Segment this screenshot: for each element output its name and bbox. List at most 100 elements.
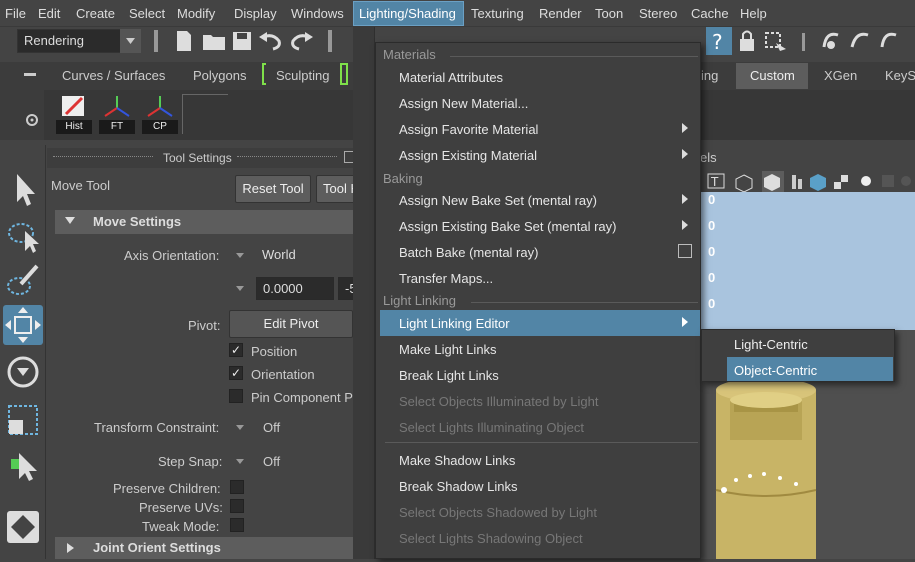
menu-item-assign-new-material[interactable]: Assign New Material... <box>399 96 528 111</box>
checker-icon <box>834 175 848 189</box>
position-checkbox[interactable]: ✓ <box>229 343 243 357</box>
menu-item-assign-new-bake-set[interactable]: Assign New Bake Set (mental ray) <box>399 193 597 208</box>
menu-item-assign-existing-bake-set[interactable]: Assign Existing Bake Set (mental ray) <box>399 219 616 234</box>
menu-item-select-lights-illuminating[interactable]: Select Lights Illuminating Object <box>399 420 584 435</box>
undo-icon <box>259 32 281 51</box>
dropdown-arrow-icon[interactable] <box>236 253 244 258</box>
menu-edit[interactable]: Edit <box>38 6 60 21</box>
orientation-checkbox[interactable]: ✓ <box>229 366 243 380</box>
channel-value[interactable]: 0 <box>708 218 715 233</box>
menu-modify[interactable]: Modify <box>177 6 215 21</box>
menu-item-material-attributes[interactable]: Material Attributes <box>399 70 503 85</box>
menu-item-light-linking-editor[interactable]: Light Linking Editor <box>399 316 510 331</box>
edit-pivot-button[interactable]: Edit Pivot <box>229 310 353 338</box>
move-tool-button[interactable] <box>3 305 43 345</box>
menu-item-make-light-links[interactable]: Make Light Links <box>399 342 497 357</box>
move-settings-section[interactable]: Move Settings <box>55 210 377 234</box>
dropdown-arrow-icon[interactable] <box>236 425 244 430</box>
menu-item-assign-favorite-material[interactable]: Assign Favorite Material <box>399 122 538 137</box>
tweak-mode-label: Tweak Mode: <box>142 519 220 534</box>
new-scene-icon <box>177 31 191 51</box>
tweak-mode-checkbox[interactable] <box>230 518 244 532</box>
history-icon <box>62 96 84 116</box>
channel-values-panel: 0 0 0 0 0 <box>700 192 915 330</box>
dropdown-arrow-icon[interactable] <box>236 286 244 291</box>
menu-display[interactable]: Display <box>234 6 277 21</box>
menu-item-select-objects-illuminated[interactable]: Select Objects Illuminated by Light <box>399 394 598 409</box>
menu-item-transfer-maps[interactable]: Transfer Maps... <box>399 271 493 286</box>
paint-select-button[interactable] <box>3 260 43 300</box>
paint-brush-icon <box>7 264 39 295</box>
pin-component-checkbox[interactable] <box>229 389 243 403</box>
joint-orient-section[interactable]: Joint Orient Settings <box>55 537 377 559</box>
menu-item-select-objects-shadowed[interactable]: Select Objects Shadowed by Light <box>399 505 597 520</box>
shelf-tab-keyshot[interactable]: KeySh <box>885 68 915 83</box>
channel-value[interactable]: 0 <box>708 192 715 207</box>
menu-cache[interactable]: Cache <box>691 6 729 21</box>
menu-item-select-lights-shadowing[interactable]: Select Lights Shadowing Object <box>399 531 583 546</box>
divider <box>154 30 158 52</box>
channel-value[interactable]: 0 <box>708 244 715 259</box>
lasso-tool-button[interactable] <box>3 215 43 255</box>
channel-value[interactable]: 0 <box>708 296 715 311</box>
menu-windows[interactable]: Windows <box>291 6 344 21</box>
menu-file[interactable]: File <box>5 6 26 21</box>
menu-item-assign-existing-material[interactable]: Assign Existing Material <box>399 148 537 163</box>
menu-texturing[interactable]: Texturing <box>471 6 524 21</box>
select-tool-button[interactable] <box>3 170 43 210</box>
gear-icon <box>26 114 38 126</box>
chevron-down-icon[interactable] <box>120 29 141 53</box>
shelf-tab-sculpting[interactable]: Sculpting <box>276 68 329 83</box>
menu-item-break-shadow-links[interactable]: Break Shadow Links <box>399 479 518 494</box>
shelf-tab-xgen[interactable]: XGen <box>824 68 857 83</box>
coord-x-field[interactable]: 0.0000 <box>256 277 334 300</box>
orientation-label: Orientation <box>251 367 315 382</box>
menu-lighting-shading[interactable]: Lighting/Shading <box>359 6 456 21</box>
reset-tool-button[interactable]: Reset Tool <box>235 175 311 203</box>
drag-handle[interactable] <box>237 156 337 160</box>
menu-item-break-light-links[interactable]: Break Light Links <box>399 368 499 383</box>
submenu-arrow-icon <box>682 194 688 204</box>
transform-constraint-value[interactable]: Off <box>263 420 280 435</box>
submenu-arrow-icon <box>682 317 688 327</box>
hist-button[interactable]: Hist <box>56 94 92 134</box>
ft-button[interactable]: FT <box>99 94 135 134</box>
submenu-item-object-centric[interactable]: Object-Centric <box>734 363 817 378</box>
tool-settings-header: Tool Settings <box>47 148 377 168</box>
shelf-tab-rendering[interactable]: ing <box>701 68 718 83</box>
preserve-uvs-label: Preserve UVs: <box>139 500 223 515</box>
option-box-icon[interactable] <box>678 244 692 258</box>
shelf-tab-custom[interactable]: Custom <box>750 68 795 83</box>
menu-help[interactable]: Help <box>740 6 767 21</box>
channel-value[interactable]: 0 <box>708 270 715 285</box>
menu-render[interactable]: Render <box>539 6 582 21</box>
cp-button[interactable]: CP <box>142 94 178 134</box>
menu-item-batch-bake[interactable]: Batch Bake (mental ray) <box>399 245 538 260</box>
wireframe-cube-icon <box>735 174 753 193</box>
submenu-item-light-centric[interactable]: Light-Centric <box>734 337 808 352</box>
tool-settings-title: Tool Settings <box>163 151 232 165</box>
panel-icon-row: T <box>706 171 915 193</box>
text-icon: T <box>707 173 725 189</box>
shelf-tab-curves-surfaces[interactable]: Curves / Surfaces <box>62 68 165 83</box>
shelf-empty-slot <box>182 94 228 134</box>
shelf-menu-icon[interactable] <box>24 73 36 76</box>
menu-select[interactable]: Select <box>129 6 165 21</box>
dropdown-arrow-icon[interactable] <box>236 459 244 464</box>
menu-toon[interactable]: Toon <box>595 6 623 21</box>
rotate-tool-button[interactable] <box>3 352 43 392</box>
joint-orient-label: Joint Orient Settings <box>93 540 221 555</box>
scale-tool-button[interactable] <box>3 400 43 440</box>
preserve-children-checkbox[interactable] <box>230 480 244 494</box>
menu-item-make-shadow-links[interactable]: Make Shadow Links <box>399 453 515 468</box>
drag-handle[interactable] <box>53 156 153 160</box>
last-tool-button[interactable] <box>3 445 43 485</box>
step-snap-value[interactable]: Off <box>263 454 280 469</box>
menu-stereo[interactable]: Stereo <box>639 6 677 21</box>
cp-label: CP <box>142 120 178 134</box>
preserve-uvs-checkbox[interactable] <box>230 499 244 513</box>
axis-orientation-dropdown[interactable]: World <box>256 241 356 269</box>
layout-button[interactable] <box>3 507 43 547</box>
menu-create[interactable]: Create <box>76 6 115 21</box>
shelf-tab-polygons[interactable]: Polygons <box>193 68 246 83</box>
